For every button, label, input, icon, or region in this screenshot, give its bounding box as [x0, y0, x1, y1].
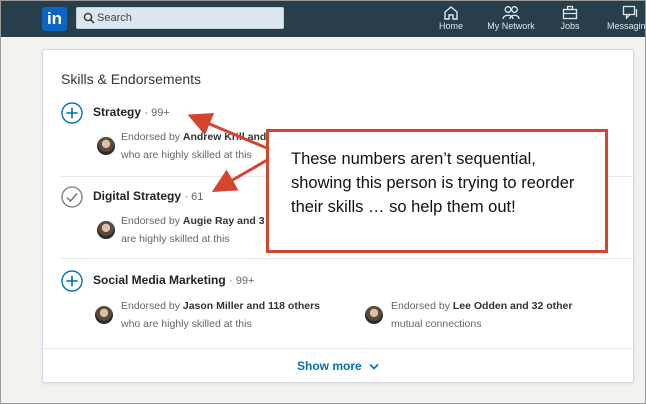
nav-label: Home [438, 21, 463, 31]
nav-jobs[interactable]: Jobs [553, 5, 587, 35]
show-more-button[interactable]: Show more [43, 348, 633, 383]
avatar[interactable] [97, 137, 115, 155]
skill-name[interactable]: Social Media Marketing [93, 273, 226, 287]
endorsed-by-label: Endorsed by [121, 131, 183, 143]
endorsement-count[interactable]: 99+ [236, 275, 255, 287]
nav-label: Messaging [607, 21, 646, 31]
endorser-name[interactable]: Lee Odden and 32 other [453, 300, 573, 312]
skill-name[interactable]: Digital Strategy [93, 189, 181, 203]
endorsement-detail: mutual connections [391, 318, 482, 330]
skill-name[interactable]: Strategy [93, 105, 141, 119]
avatar[interactable] [365, 306, 383, 324]
nav-label: Jobs [560, 21, 580, 31]
home-icon [444, 6, 458, 20]
skill-heading: Social Media Marketing · 99+ [93, 273, 254, 287]
skill-separator: · [229, 275, 236, 287]
divider [61, 258, 633, 259]
annotation-callout: These numbers aren’t sequential, showing… [266, 129, 608, 253]
screenshot-frame: in Home My Network [0, 0, 646, 404]
add-circle-icon[interactable] [61, 270, 83, 292]
check-circle-icon[interactable] [61, 186, 83, 208]
endorsement-count[interactable]: 99+ [151, 107, 170, 119]
endorser-name[interactable]: Augie Ray and 3 [183, 215, 265, 227]
nav-home[interactable]: Home [433, 5, 469, 35]
nav-my-network[interactable]: My Network [483, 5, 539, 35]
linkedin-logo[interactable]: in [42, 7, 67, 31]
network-icon [502, 6, 520, 20]
skill-heading: Digital Strategy · 61 [93, 189, 203, 203]
endorsement-detail: who are highly skilled at this [121, 318, 252, 330]
chat-icon [622, 5, 638, 20]
endorsement-detail: are highly skilled at this [121, 233, 230, 245]
top-nav: in Home My Network [1, 1, 645, 37]
search-input[interactable] [97, 10, 277, 26]
search-icon [83, 12, 95, 24]
endorsement-detail: who are highly skilled at this [121, 149, 252, 161]
endorsement-count[interactable]: 61 [191, 191, 203, 203]
nav-label: My Network [487, 21, 535, 31]
endorser-name[interactable]: Andrew Krill and [183, 131, 266, 143]
endorsement-summary[interactable]: Endorsed by Lee Odden and 32 other mutua… [391, 297, 631, 333]
skill-heading: Strategy · 99+ [93, 105, 170, 119]
avatar[interactable] [97, 221, 115, 239]
show-more-label: Show more [296, 359, 362, 373]
endorsed-by-label: Endorsed by [121, 215, 183, 227]
endorsed-by-label: Endorsed by [391, 300, 453, 312]
card-title: Skills & Endorsements [61, 71, 202, 87]
endorsement-summary[interactable]: Endorsed by Jason Miller and 118 others … [121, 297, 371, 333]
search-box[interactable] [76, 7, 284, 29]
add-circle-icon[interactable] [61, 102, 83, 124]
endorser-name[interactable]: Jason Miller and 118 others [183, 300, 320, 312]
chevron-down-icon [369, 364, 379, 370]
avatar[interactable] [95, 306, 113, 324]
endorsed-by-label: Endorsed by [121, 300, 183, 312]
nav-messaging[interactable]: Messaging [601, 5, 646, 35]
briefcase-icon [562, 5, 578, 20]
